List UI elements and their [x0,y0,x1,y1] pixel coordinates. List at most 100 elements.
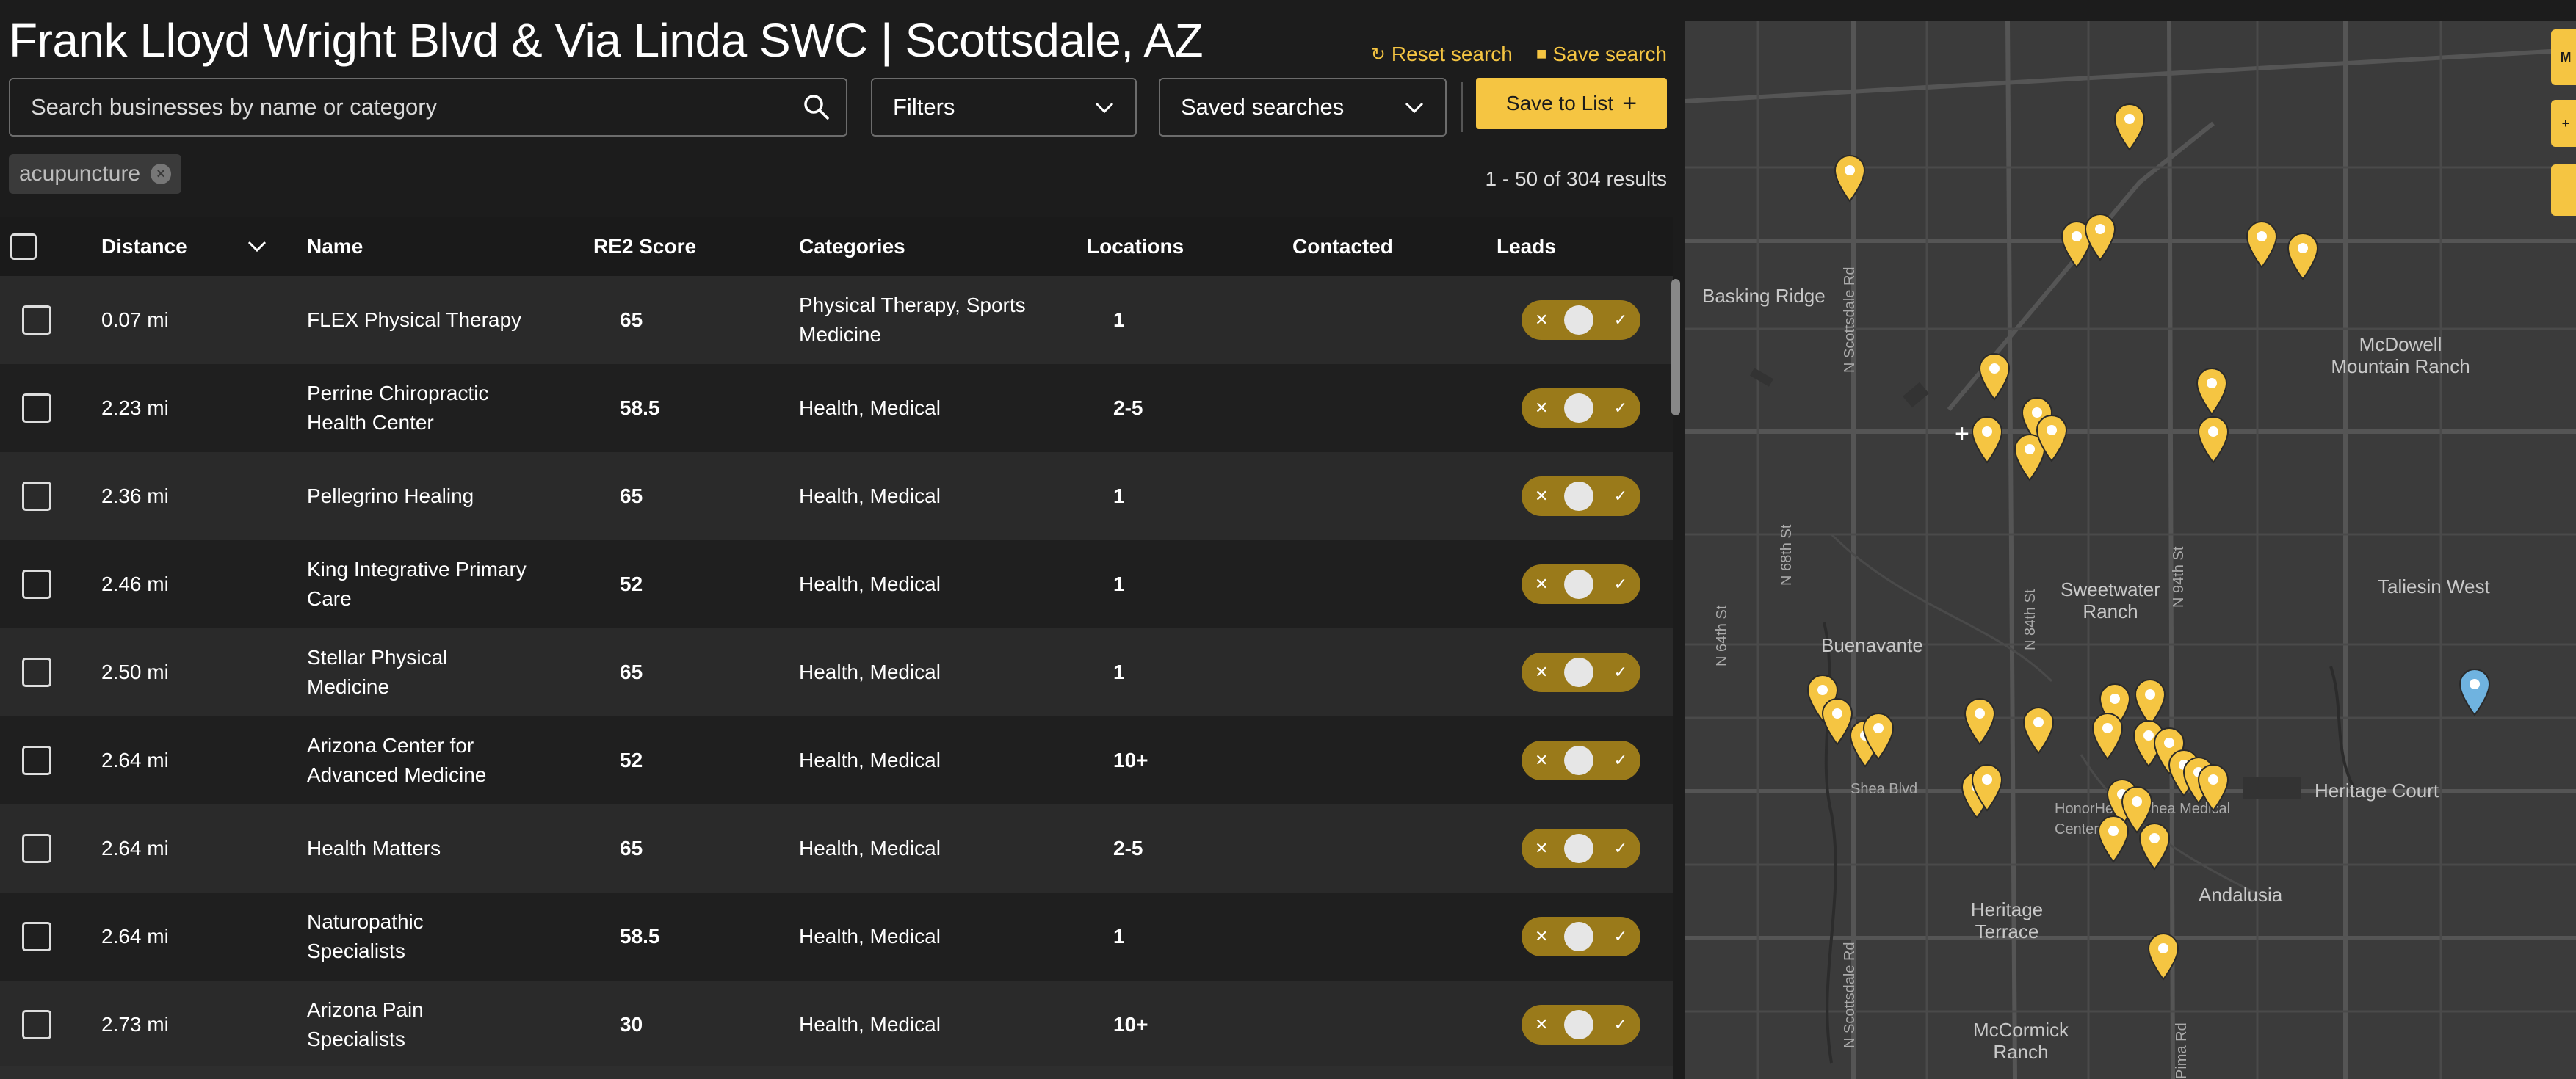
save-search-link[interactable]: ■ Save search [1536,43,1667,66]
search-input[interactable] [10,94,787,120]
table-row[interactable]: 2.23 mi Perrine Chiropractic Health Cent… [0,364,1673,452]
map-label-buenavante: Buenavante [1821,634,1923,656]
column-header-distance[interactable]: Distance [101,235,187,258]
row-score: 52 [620,749,643,771]
map-side-button[interactable]: M [2551,29,2576,85]
row-checkbox[interactable] [22,658,51,687]
row-checkbox[interactable] [22,746,51,775]
table-row[interactable]: 0.07 mi FLEX Physical Therapy 65 Physica… [0,276,1673,364]
toggle-knob [1564,658,1593,687]
map-label-94th: N 94th St [2171,546,2187,608]
table-row[interactable]: 2.64 mi Arizona Center for Advanced Medi… [0,716,1673,804]
column-header-categories[interactable]: Categories [799,232,1049,261]
map-label-taliesin: Taliesin West [2378,575,2490,597]
filter-chip: acupuncture × [9,154,182,194]
leads-toggle[interactable]: ✕ ✓ [1522,653,1640,692]
check-icon: ✓ [1613,399,1627,417]
table-row[interactable]: 2.73 mi Arizona Pain Specialists 30 Heal… [0,981,1673,1069]
column-header-leads[interactable]: Leads [1497,235,1556,258]
table-row[interactable]: 2.64 mi Naturopathic Specialists 58.5 He… [0,893,1673,981]
close-icon: ✕ [1535,751,1549,769]
row-name[interactable]: Naturopathic Specialists [307,907,527,966]
leads-toggle[interactable]: ✕ ✓ [1522,1005,1640,1045]
reset-search-link[interactable]: ↻ Reset search [1371,43,1513,66]
row-checkbox[interactable] [22,482,51,511]
sort-chevron-icon[interactable] [247,235,267,258]
row-categories: Health, Medical [799,837,941,860]
saved-searches-dropdown[interactable]: Saved searches [1159,78,1447,137]
toggle-knob [1564,922,1593,951]
row-name[interactable]: Perrine Chiropractic Health Center [307,379,527,437]
leads-toggle[interactable]: ✕ ✓ [1522,564,1640,604]
row-locations: 1 [1113,573,1125,595]
map-label-heritage-court: Heritage Court [2315,780,2439,802]
map[interactable]: Basking Ridge McDowell Mountain Ranch Ta… [1685,21,2576,1079]
row-checkbox[interactable] [22,834,51,863]
row-locations: 1 [1113,661,1125,683]
check-icon: ✓ [1613,751,1627,769]
table-row[interactable]: 2.64 mi Health Matters 65 Health, Medica… [0,804,1673,893]
map-zoom-button[interactable]: + [2551,100,2576,147]
column-header-name[interactable]: Name [307,232,527,261]
check-icon: ✓ [1613,575,1627,593]
save-to-list-button[interactable]: Save to List + [1476,78,1667,129]
row-distance: 2.64 mi [101,925,169,948]
map-label-68th: N 68th St [1779,524,1795,586]
map-label-sweetwater: Sweetwater Ranch [2061,578,2160,622]
table-row[interactable]: 2.46 mi King Integrative Primary Care 52… [0,540,1673,628]
row-name[interactable]: Arizona Pain Specialists [307,995,527,1054]
row-checkbox[interactable] [22,305,51,335]
select-all-checkbox[interactable] [10,233,37,260]
row-categories: Health, Medical [799,749,941,771]
horizontal-scrollbar[interactable] [0,1066,1673,1079]
table-row[interactable]: 2.50 mi Stellar Physical Medicine 65 Hea… [0,628,1673,716]
row-score: 65 [620,308,643,331]
row-name[interactable]: King Integrative Primary Care [307,555,527,614]
column-header-contacted[interactable]: Contacted [1292,235,1393,258]
search-icon[interactable] [787,78,846,137]
leads-toggle[interactable]: ✕ ✓ [1522,388,1640,428]
row-distance: 2.50 mi [101,661,169,683]
plus-icon: + [1622,89,1638,117]
row-locations: 10+ [1113,749,1148,771]
row-checkbox[interactable] [22,570,51,599]
row-checkbox[interactable] [22,393,51,423]
close-icon: ✕ [1535,663,1549,681]
row-checkbox[interactable] [22,1010,51,1039]
chevron-down-icon [1404,94,1425,120]
search-box [9,78,847,137]
scrollbar[interactable] [1671,279,1680,415]
toggle-knob [1564,482,1593,511]
divider [1461,82,1463,132]
row-categories: Physical Therapy, Sports Medicine [799,294,1026,346]
row-name[interactable]: Arizona Center for Advanced Medicine [307,731,527,790]
check-icon: ✓ [1613,839,1627,857]
column-header-locations[interactable]: Locations [1087,235,1184,258]
toggle-knob [1564,570,1593,599]
leads-toggle[interactable]: ✕ ✓ [1522,476,1640,516]
leads-toggle[interactable]: ✕ ✓ [1522,917,1640,956]
leads-toggle[interactable]: ✕ ✓ [1522,300,1640,340]
remove-chip-icon[interactable]: × [151,164,172,184]
leads-toggle[interactable]: ✕ ✓ [1522,741,1640,780]
toggle-knob [1564,1010,1593,1039]
row-name[interactable]: FLEX Physical Therapy [307,305,527,335]
row-categories: Health, Medical [799,925,941,948]
row-score: 52 [620,573,643,595]
row-name[interactable]: Stellar Physical Medicine [307,643,527,702]
table-row[interactable]: 2.36 mi Pellegrino Healing 65 Health, Me… [0,452,1673,540]
center-crosshair-icon: + [1955,420,1969,448]
page-title: Frank Lloyd Wright Blvd & Via Linda SWC … [9,14,1204,67]
row-name[interactable]: Pellegrino Healing [307,482,527,511]
row-locations: 10+ [1113,1013,1148,1036]
close-icon: ✕ [1535,399,1549,417]
row-checkbox[interactable] [22,922,51,951]
filters-dropdown[interactable]: Filters [871,78,1137,137]
row-name[interactable]: Health Matters [307,834,527,863]
row-distance: 2.64 mi [101,749,169,771]
map-side-button-3[interactable] [2551,164,2576,216]
column-header-score[interactable]: RE2 Score [593,235,696,258]
check-icon: ✓ [1613,663,1627,681]
row-distance: 2.64 mi [101,837,169,860]
leads-toggle[interactable]: ✕ ✓ [1522,829,1640,868]
